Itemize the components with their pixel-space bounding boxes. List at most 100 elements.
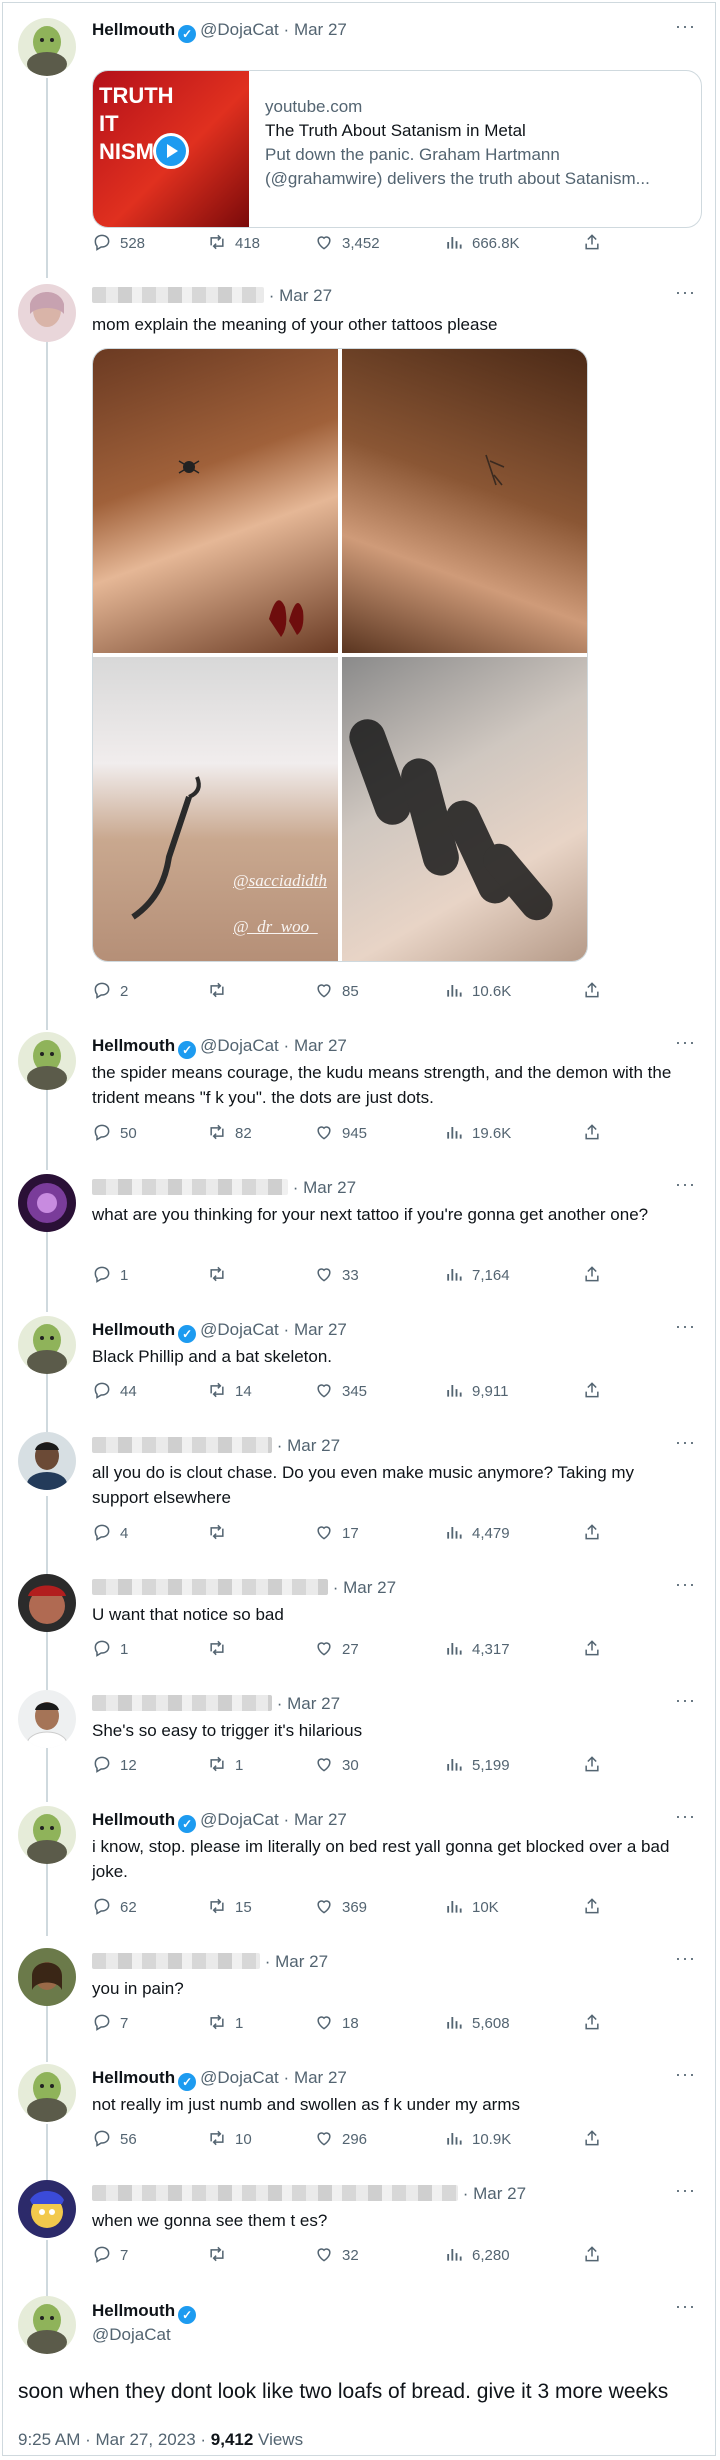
tattoo-photo[interactable] bbox=[342, 349, 587, 653]
views-button[interactable]: 666.8K bbox=[444, 232, 520, 256]
reply-button[interactable]: 528 bbox=[92, 232, 145, 256]
more-icon[interactable]: ··· bbox=[675, 2180, 696, 2201]
handle[interactable]: @DojaCat bbox=[92, 2324, 200, 2346]
more-icon[interactable]: ··· bbox=[675, 2296, 696, 2317]
like-button[interactable]: 345 bbox=[314, 1380, 367, 1404]
nails-photo[interactable] bbox=[342, 657, 587, 961]
avatar[interactable] bbox=[18, 1948, 76, 2006]
reply-button[interactable]: 4 bbox=[92, 1522, 128, 1546]
avatar[interactable] bbox=[18, 2296, 76, 2354]
share-button[interactable] bbox=[582, 1122, 610, 1146]
retweet-button[interactable] bbox=[207, 980, 235, 1004]
link-card[interactable]: TRUTH IT NISM youtube.com The Truth Abou… bbox=[92, 70, 702, 228]
main-tweet[interactable]: Hellmouth ✓ @DojaCat ··· soon when they d… bbox=[0, 2290, 716, 2460]
retweet-button[interactable]: 82 bbox=[207, 1122, 252, 1146]
share-button[interactable] bbox=[582, 980, 610, 1004]
timestamp[interactable]: Mar 27 bbox=[294, 1810, 347, 1829]
more-icon[interactable]: ··· bbox=[675, 1806, 696, 1827]
tweet[interactable]: · Mar 27 ··· when we gonna see them t es… bbox=[0, 2178, 716, 2278]
avatar[interactable] bbox=[18, 2180, 76, 2238]
share-button[interactable] bbox=[582, 1896, 610, 1920]
avatar[interactable] bbox=[18, 18, 76, 76]
more-icon[interactable]: ··· bbox=[675, 16, 696, 37]
display-name[interactable]: Hellmouth bbox=[92, 20, 175, 39]
views-button[interactable]: 19.6K bbox=[444, 1122, 511, 1146]
tweet[interactable]: Hellmouth ✓ @DojaCat · Mar 27 ··· i know, … bbox=[0, 1804, 716, 1934]
share-button[interactable] bbox=[582, 1380, 610, 1404]
retweet-button[interactable]: 418 bbox=[207, 232, 260, 256]
reply-button[interactable]: 2 bbox=[92, 980, 128, 1004]
share-button[interactable] bbox=[582, 2244, 610, 2268]
handle[interactable]: @DojaCat bbox=[200, 1320, 279, 1339]
avatar[interactable] bbox=[18, 1690, 76, 1748]
retweet-button[interactable] bbox=[207, 1638, 235, 1662]
timestamp[interactable]: Mar 27 bbox=[294, 1036, 347, 1055]
avatar[interactable] bbox=[18, 1316, 76, 1374]
display-name[interactable]: Hellmouth bbox=[92, 2068, 175, 2087]
handle[interactable]: @DojaCat bbox=[200, 20, 279, 39]
reply-button[interactable]: 1 bbox=[92, 1638, 128, 1662]
reply-button[interactable]: 12 bbox=[92, 1754, 137, 1778]
avatar[interactable] bbox=[18, 1174, 76, 1232]
reply-button[interactable]: 7 bbox=[92, 2012, 128, 2036]
share-button[interactable] bbox=[582, 232, 610, 256]
tweet[interactable]: Hellmouth ✓ @DojaCat · Mar 27 ··· not real… bbox=[0, 2062, 716, 2162]
more-icon[interactable]: ··· bbox=[675, 1432, 696, 1453]
timestamp[interactable]: Mar 27 bbox=[287, 1436, 340, 1455]
timestamp[interactable]: Mar 27 bbox=[294, 20, 347, 39]
retweet-button[interactable]: 10 bbox=[207, 2128, 252, 2152]
reply-button[interactable]: 62 bbox=[92, 1896, 137, 1920]
more-icon[interactable]: ··· bbox=[675, 1032, 696, 1053]
retweet-button[interactable] bbox=[207, 1264, 235, 1288]
tweet[interactable]: Hellmouth ✓ @DojaCat · Mar 27 ··· TRUTH IT… bbox=[0, 14, 716, 264]
display-name[interactable]: Hellmouth bbox=[92, 2301, 175, 2320]
like-button[interactable]: 30 bbox=[314, 1754, 359, 1778]
views-button[interactable]: 7,164 bbox=[444, 1264, 510, 1288]
views-button[interactable]: 6,280 bbox=[444, 2244, 510, 2268]
tweet[interactable]: Hellmouth ✓ @DojaCat · Mar 27 ··· Black Ph… bbox=[0, 1314, 716, 1414]
share-button[interactable] bbox=[582, 1522, 610, 1546]
views-button[interactable]: 5,199 bbox=[444, 1754, 510, 1778]
more-icon[interactable]: ··· bbox=[675, 1174, 696, 1195]
share-button[interactable] bbox=[582, 1638, 610, 1662]
avatar[interactable] bbox=[18, 2064, 76, 2122]
like-button[interactable]: 18 bbox=[314, 2012, 359, 2036]
reply-button[interactable]: 50 bbox=[92, 1122, 137, 1146]
more-icon[interactable]: ··· bbox=[675, 2064, 696, 2085]
photo-grid[interactable]: @sacciadidth @_dr_woo_ bbox=[92, 348, 588, 962]
tweet[interactable]: · Mar 27 ··· what are you thinking for y… bbox=[0, 1172, 716, 1302]
like-button[interactable]: 296 bbox=[314, 2128, 367, 2152]
reply-button[interactable]: 44 bbox=[92, 1380, 137, 1404]
timestamp[interactable]: Mar 27 bbox=[303, 1178, 356, 1197]
more-icon[interactable]: ··· bbox=[675, 1690, 696, 1711]
more-icon[interactable]: ··· bbox=[675, 1948, 696, 1969]
reply-button[interactable]: 7 bbox=[92, 2244, 128, 2268]
reply-button[interactable]: 56 bbox=[92, 2128, 137, 2152]
display-name[interactable]: Hellmouth bbox=[92, 1810, 175, 1829]
tattoo-photo[interactable]: @sacciadidth @_dr_woo_ bbox=[93, 657, 338, 961]
more-icon[interactable]: ··· bbox=[675, 282, 696, 303]
timestamp[interactable]: Mar 27 bbox=[473, 2184, 526, 2203]
share-button[interactable] bbox=[582, 1754, 610, 1778]
tweet[interactable]: · Mar 27 ··· U want that notice so bad 1… bbox=[0, 1572, 716, 1672]
tweet[interactable]: · Mar 27 ··· all you do is clout chase. … bbox=[0, 1430, 716, 1560]
reply-button[interactable]: 1 bbox=[92, 1264, 128, 1288]
retweet-button[interactable]: 14 bbox=[207, 1380, 252, 1404]
like-button[interactable]: 369 bbox=[314, 1896, 367, 1920]
share-button[interactable] bbox=[582, 2012, 610, 2036]
like-button[interactable]: 33 bbox=[314, 1264, 359, 1288]
like-button[interactable]: 3,452 bbox=[314, 232, 380, 256]
tweet[interactable]: Hellmouth ✓ @DojaCat · Mar 27 ··· the spid… bbox=[0, 1030, 716, 1160]
avatar[interactable] bbox=[18, 284, 76, 342]
like-button[interactable]: 85 bbox=[314, 980, 359, 1004]
handle[interactable]: @DojaCat bbox=[200, 1810, 279, 1829]
timestamp[interactable]: Mar 27 bbox=[343, 1578, 396, 1597]
avatar[interactable] bbox=[18, 1806, 76, 1864]
play-icon[interactable] bbox=[153, 133, 189, 169]
tattoo-photo[interactable] bbox=[93, 349, 338, 653]
views-button[interactable]: 5,608 bbox=[444, 2012, 510, 2036]
avatar[interactable] bbox=[18, 1432, 76, 1490]
timestamp[interactable]: Mar 27 bbox=[287, 1694, 340, 1713]
display-name[interactable]: Hellmouth bbox=[92, 1320, 175, 1339]
retweet-button[interactable]: 15 bbox=[207, 1896, 252, 1920]
